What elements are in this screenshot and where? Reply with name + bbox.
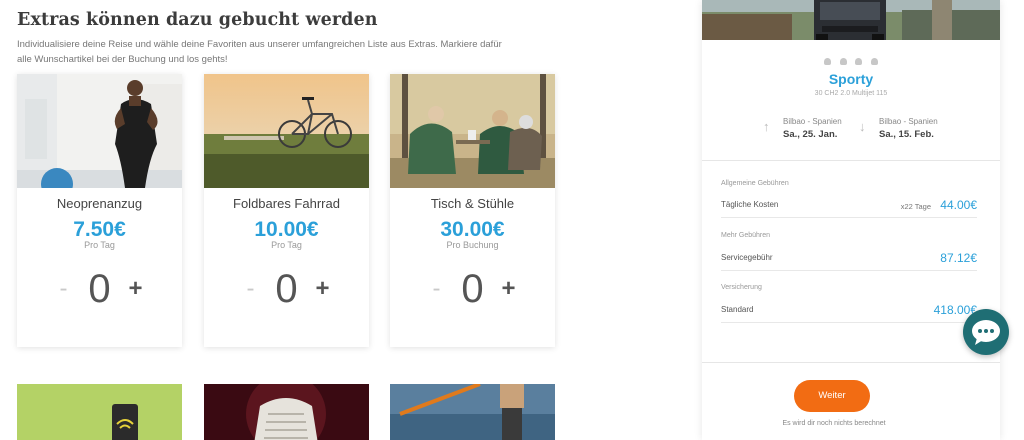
daily-multiplier: x22 Tage	[900, 202, 931, 211]
extras-section: Extras können dazu gebucht werden Indivi…	[0, 0, 695, 440]
divider	[702, 362, 1000, 363]
service-fee-row: Servicegebühr 87.12€	[721, 251, 977, 271]
vehicle-image	[702, 0, 1000, 40]
insurance-title: Versicherung	[721, 284, 762, 291]
daily-cost-value: 44.00€	[940, 198, 977, 212]
more-fees-title: Mehr Gebühren	[721, 232, 771, 239]
extra-price: 7.50€	[73, 218, 126, 241]
dropoff-date: Sa., 15. Feb.	[879, 129, 934, 140]
daily-cost-label: Tägliche Kosten	[721, 200, 779, 209]
extra-image-fahrrad	[204, 74, 369, 188]
service-fee-label: Servicegebühr	[721, 253, 773, 262]
dropoff-location: Bilbao - Spanien	[879, 117, 938, 126]
extra-unit: Pro Tag	[84, 240, 115, 250]
extra-image-paddle	[390, 384, 555, 440]
chat-bubble-icon	[972, 320, 1000, 345]
extra-image-tisch-stuehle	[390, 74, 555, 188]
insurance-row: Standard 418.00€	[721, 303, 977, 323]
increase-button[interactable]: +	[502, 275, 516, 303]
person-icon	[870, 58, 878, 65]
extra-image-heater	[204, 384, 369, 440]
chat-button[interactable]	[963, 309, 1009, 355]
quantity-value: 0	[461, 266, 484, 311]
increase-button[interactable]: +	[129, 275, 143, 303]
capacity-icons	[702, 52, 1000, 70]
extra-unit: Pro Buchung	[446, 240, 499, 250]
intro-text: Individualisiere deine Reise und wähle d…	[17, 39, 502, 65]
vehicle-model: 30 CH2 2.0 Multijet 115	[814, 90, 888, 97]
quantity-stepper: - 0 +	[390, 264, 555, 314]
extra-name: Foldbares Fahrrad	[233, 196, 340, 211]
extra-card-paddle	[390, 384, 555, 440]
insurance-label: Standard	[721, 305, 754, 314]
extra-price: 10.00€	[254, 218, 319, 241]
pickup-location: Bilbao - Spanien	[783, 117, 842, 126]
arrow-down-icon: ↓	[859, 119, 866, 134]
extra-card-heater	[204, 384, 369, 440]
no-charge-note: Es wird dir noch nichts berechnet	[782, 420, 886, 427]
decrease-button[interactable]: -	[430, 275, 444, 303]
continue-button[interactable]: Weiter	[794, 380, 870, 412]
extra-card-neoprenanzug: Neoprenanzug 7.50€ Pro Tag - 0 +	[17, 74, 182, 347]
quantity-value: 0	[275, 266, 298, 311]
extra-card-tisch-stuehle: Tisch & Stühle 30.00€ Pro Buchung - 0 +	[390, 74, 555, 347]
decrease-button[interactable]: -	[244, 275, 258, 303]
arrow-up-icon: ↑	[763, 119, 770, 134]
quantity-stepper: - 0 +	[204, 264, 369, 314]
extra-card-fahrrad: Foldbares Fahrrad 10.00€ Pro Tag - 0 +	[204, 74, 369, 347]
increase-button[interactable]: +	[316, 275, 330, 303]
extra-card-wifi	[17, 384, 182, 440]
page-title: Extras können dazu gebucht werden	[17, 10, 378, 30]
extra-price: 30.00€	[440, 218, 505, 241]
person-icon	[839, 58, 847, 65]
daily-cost-row: Tägliche Kosten x22 Tage 44.00€	[721, 198, 977, 218]
quantity-stepper: - 0 +	[17, 264, 182, 314]
person-icon	[824, 58, 832, 65]
vehicle-name: Sporty	[828, 71, 874, 87]
extra-image-wifi	[17, 384, 182, 440]
general-fees-title: Allgemeine Gebühren	[721, 180, 789, 187]
divider	[702, 160, 1000, 161]
extra-unit: Pro Tag	[271, 240, 302, 250]
extra-image-neoprenanzug	[17, 74, 182, 188]
person-icon	[855, 58, 863, 65]
service-fee-value: 87.12€	[940, 251, 977, 265]
booking-summary: Sporty 30 CH2 2.0 Multijet 115 ↑ Bilbao …	[702, 0, 1000, 440]
extra-name: Tisch & Stühle	[430, 196, 515, 211]
decrease-button[interactable]: -	[57, 275, 71, 303]
extra-name: Neoprenanzug	[56, 196, 143, 211]
pickup-date: Sa., 25. Jan.	[783, 129, 838, 140]
quantity-value: 0	[88, 266, 111, 311]
